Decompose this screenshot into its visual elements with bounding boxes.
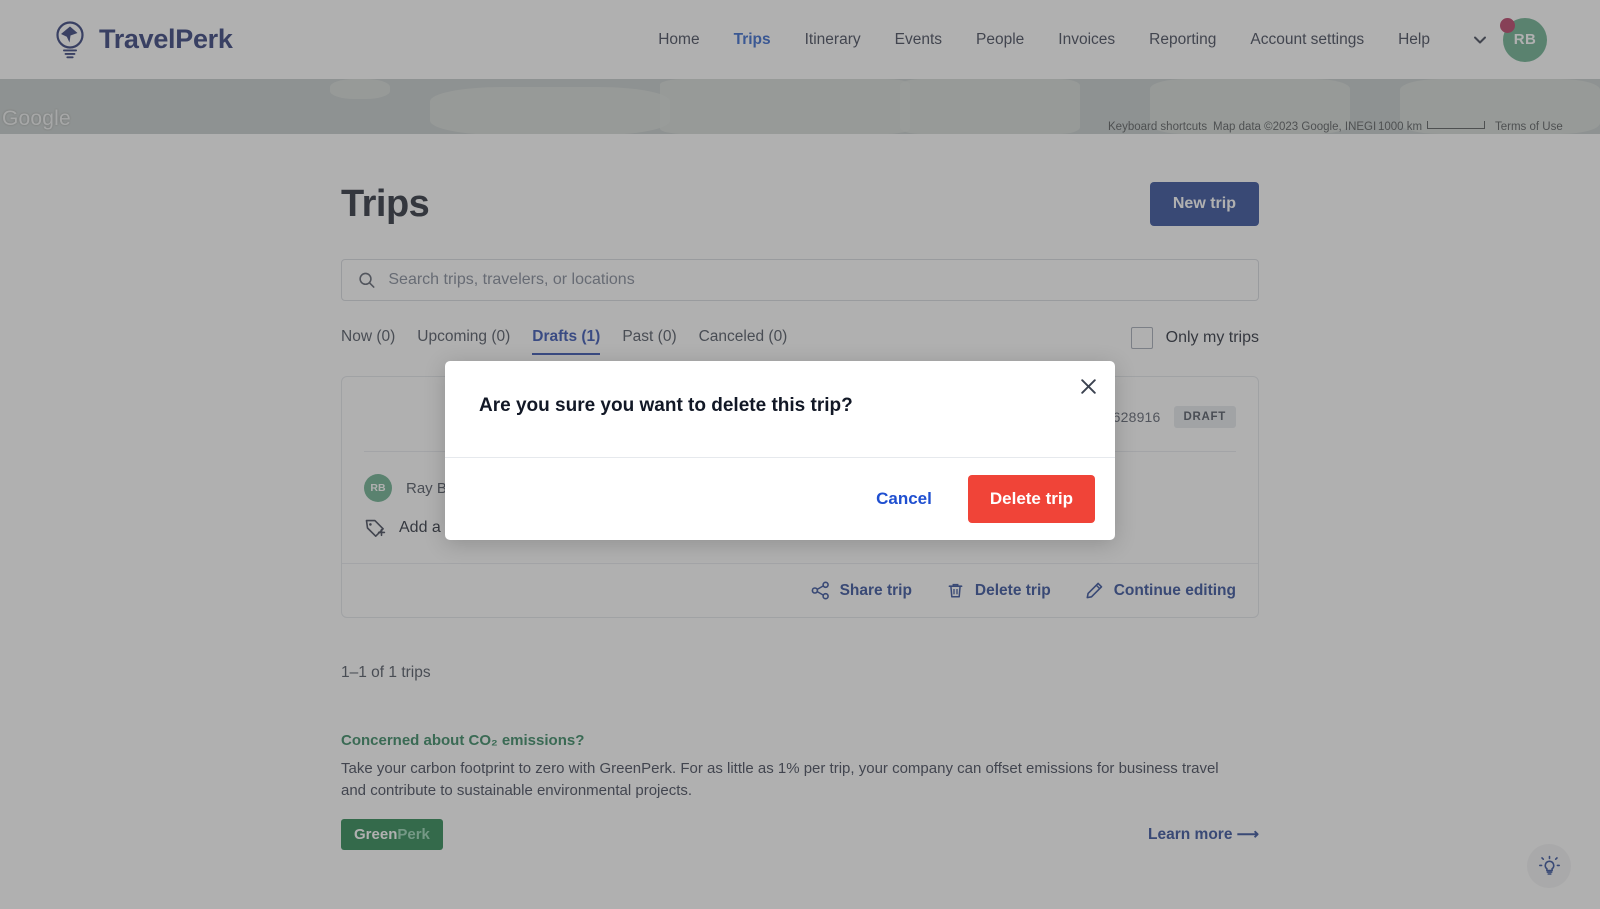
delete-trip-modal: Are you sure you want to delete this tri… xyxy=(445,361,1115,540)
modal-title: Are you sure you want to delete this tri… xyxy=(479,395,853,416)
close-icon[interactable] xyxy=(1075,373,1101,399)
modal-body: Are you sure you want to delete this tri… xyxy=(445,361,1115,457)
confirm-delete-trip-button[interactable]: Delete trip xyxy=(967,475,1095,523)
cancel-button[interactable]: Cancel xyxy=(858,477,950,521)
modal-footer: Cancel Delete trip xyxy=(445,457,1115,540)
travelperk-trips-page: TravelPerk Home Trips Itinerary Events P… xyxy=(0,0,1600,909)
